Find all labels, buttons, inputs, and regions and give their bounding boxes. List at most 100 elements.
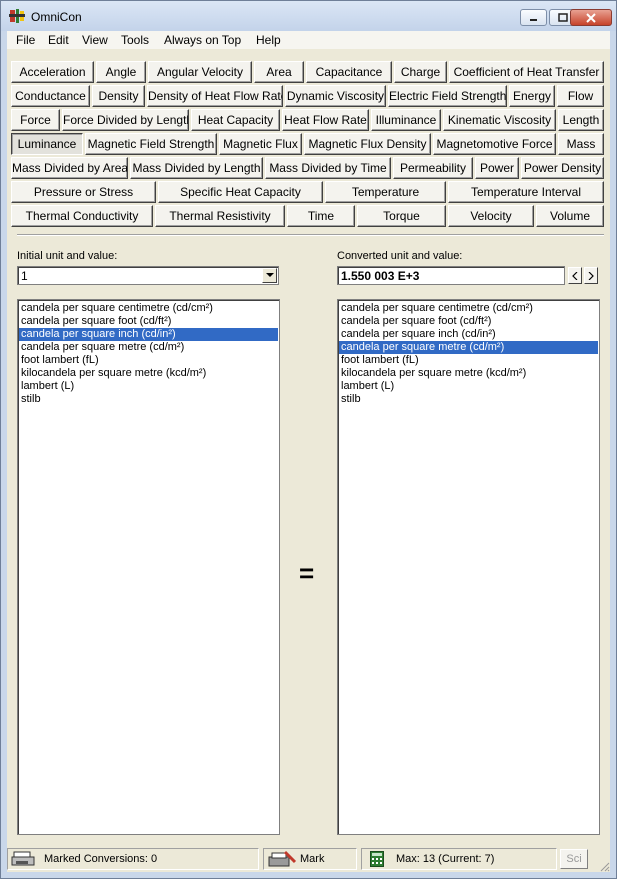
initial-unit-item[interactable]: foot lambert (fL) (19, 354, 278, 367)
category-mass-divided-by-length[interactable]: Mass Divided by Length (130, 157, 263, 179)
converted-unit-item[interactable]: kilocandela per square metre (kcd/m²) (339, 367, 598, 380)
initial-unit-item[interactable]: lambert (L) (19, 380, 278, 393)
category-magnetomotive-force[interactable]: Magnetomotive Force (433, 133, 556, 155)
category-mass[interactable]: Mass (558, 133, 604, 155)
minimize-icon (529, 18, 537, 21)
mark-icon (268, 850, 297, 867)
title-bar[interactable]: OmniCon (1, 1, 616, 31)
category-coefficient-of-heat-transfer[interactable]: Coefficient of Heat Transfer (449, 61, 604, 83)
converted-unit-item[interactable]: candela per square centimetre (cd/cm²) (339, 302, 598, 315)
category-force-divided-by-length[interactable]: Force Divided by Length (62, 109, 189, 131)
category-magnetic-field-strength[interactable]: Magnetic Field Strength (85, 133, 217, 155)
app-window: OmniCon File Edit View Tools Always on T… (0, 0, 617, 879)
category-volume[interactable]: Volume (536, 205, 604, 227)
category-capacitance[interactable]: Capacitance (306, 61, 392, 83)
separator (17, 234, 604, 236)
chevron-right-icon (588, 271, 594, 280)
category-dynamic-viscosity[interactable]: Dynamic Viscosity (285, 85, 386, 107)
app-icon (9, 9, 25, 23)
category-permeability[interactable]: Permeability (393, 157, 473, 179)
converted-unit-item[interactable]: candela per square inch (cd/in²) (339, 328, 598, 341)
previous-button[interactable] (568, 267, 582, 284)
menu-always-on-top[interactable]: Always on Top (161, 32, 244, 48)
category-acceleration[interactable]: Acceleration (11, 61, 94, 83)
max-panel: Max: 13 (Current: 7) (361, 848, 557, 870)
category-energy[interactable]: Energy (509, 85, 555, 107)
category-illuminance[interactable]: Illuminance (371, 109, 441, 131)
next-button[interactable] (584, 267, 598, 284)
menu-tools[interactable]: Tools (118, 32, 152, 48)
category-temperature[interactable]: Temperature (325, 181, 446, 203)
printer-icon (11, 851, 35, 866)
menu-edit[interactable]: Edit (45, 32, 72, 48)
category-heat-flow-rate[interactable]: Heat Flow Rate (282, 109, 369, 131)
initial-unit-item-selected[interactable]: candela per square inch (cd/in²) (19, 328, 278, 341)
category-density-of-heat-flow-rate[interactable]: Density of Heat Flow Rate (147, 85, 283, 107)
chevron-left-icon (572, 271, 578, 280)
category-conductance[interactable]: Conductance (11, 85, 90, 107)
converted-value-field[interactable]: 1.550 003 E+3 (337, 266, 565, 285)
converted-unit-item[interactable]: lambert (L) (339, 380, 598, 393)
converted-unit-list[interactable]: candela per square centimetre (cd/cm²) c… (337, 299, 600, 835)
converted-unit-item[interactable]: candela per square foot (cd/ft²) (339, 315, 598, 328)
category-area[interactable]: Area (254, 61, 304, 83)
category-heat-capacity[interactable]: Heat Capacity (191, 109, 280, 131)
window-title: OmniCon (31, 10, 82, 24)
menu-view[interactable]: View (79, 32, 111, 48)
menu-file[interactable]: File (13, 32, 38, 48)
converted-unit-item-selected[interactable]: candela per square metre (cd/m²) (339, 341, 598, 354)
category-magnetic-flux-density[interactable]: Magnetic Flux Density (304, 133, 431, 155)
category-mass-divided-by-time[interactable]: Mass Divided by Time (265, 157, 391, 179)
client-area: File Edit View Tools Always on Top Help … (7, 31, 610, 872)
category-length[interactable]: Length (558, 109, 604, 131)
initial-value[interactable]: 1 (21, 269, 28, 283)
close-icon (586, 12, 596, 23)
category-charge[interactable]: Charge (394, 61, 447, 83)
initial-unit-item[interactable]: stilb (19, 393, 278, 406)
marked-conversions-panel[interactable]: Marked Conversions: 0 (7, 848, 259, 870)
initial-label: Initial unit and value: (17, 250, 118, 262)
initial-unit-item[interactable]: kilocandela per square metre (kcd/m²) (19, 367, 278, 380)
category-angular-velocity[interactable]: Angular Velocity (148, 61, 252, 83)
category-thermal-conductivity[interactable]: Thermal Conductivity (11, 205, 153, 227)
maximize-icon (557, 12, 568, 22)
category-density[interactable]: Density (92, 85, 145, 107)
mark-label: Mark (300, 853, 325, 865)
initial-unit-item[interactable]: candela per square metre (cd/m²) (19, 341, 278, 354)
category-thermal-resistivity[interactable]: Thermal Resistivity (155, 205, 285, 227)
mark-button[interactable]: Mark (263, 848, 357, 870)
category-mass-divided-by-area[interactable]: Mass Divided by Area (11, 157, 128, 179)
sci-button[interactable]: Sci (560, 849, 588, 869)
category-torque[interactable]: Torque (357, 205, 446, 227)
category-electric-field-strength[interactable]: Electric Field Strength (388, 85, 507, 107)
category-force[interactable]: Force (11, 109, 60, 131)
converted-value: 1.550 003 E+3 (341, 269, 420, 283)
category-kinematic-viscosity[interactable]: Kinematic Viscosity (443, 109, 556, 131)
marked-conversions-text: Marked Conversions: 0 (44, 853, 158, 865)
category-time[interactable]: Time (287, 205, 355, 227)
initial-unit-item[interactable]: candela per square centimetre (cd/cm²) (19, 302, 278, 315)
converted-unit-item[interactable]: stilb (339, 393, 598, 406)
initial-unit-list[interactable]: candela per square centimetre (cd/cm²) c… (17, 299, 280, 835)
category-specific-heat-capacity[interactable]: Specific Heat Capacity (158, 181, 323, 203)
category-angle[interactable]: Angle (96, 61, 146, 83)
category-magnetic-flux[interactable]: Magnetic Flux (219, 133, 302, 155)
equals-sign: = (299, 558, 315, 588)
category-temperature-interval[interactable]: Temperature Interval (448, 181, 604, 203)
category-luminance[interactable]: Luminance (11, 133, 83, 155)
category-flow[interactable]: Flow (557, 85, 604, 107)
converted-label: Converted unit and value: (337, 250, 463, 262)
initial-value-combo[interactable]: 1 (17, 266, 279, 285)
combo-dropdown-button[interactable] (262, 268, 277, 283)
minimize-button[interactable] (520, 9, 547, 26)
converted-unit-item[interactable]: foot lambert (fL) (339, 354, 598, 367)
category-power[interactable]: Power (475, 157, 519, 179)
category-pressure-or-stress[interactable]: Pressure or Stress (11, 181, 156, 203)
menu-bar: File Edit View Tools Always on Top Help (7, 31, 610, 49)
resize-grip-icon[interactable] (598, 860, 610, 872)
category-power-density[interactable]: Power Density (521, 157, 604, 179)
menu-help[interactable]: Help (253, 32, 284, 48)
initial-unit-item[interactable]: candela per square foot (cd/ft²) (19, 315, 278, 328)
close-button[interactable] (570, 9, 612, 26)
category-velocity[interactable]: Velocity (448, 205, 534, 227)
